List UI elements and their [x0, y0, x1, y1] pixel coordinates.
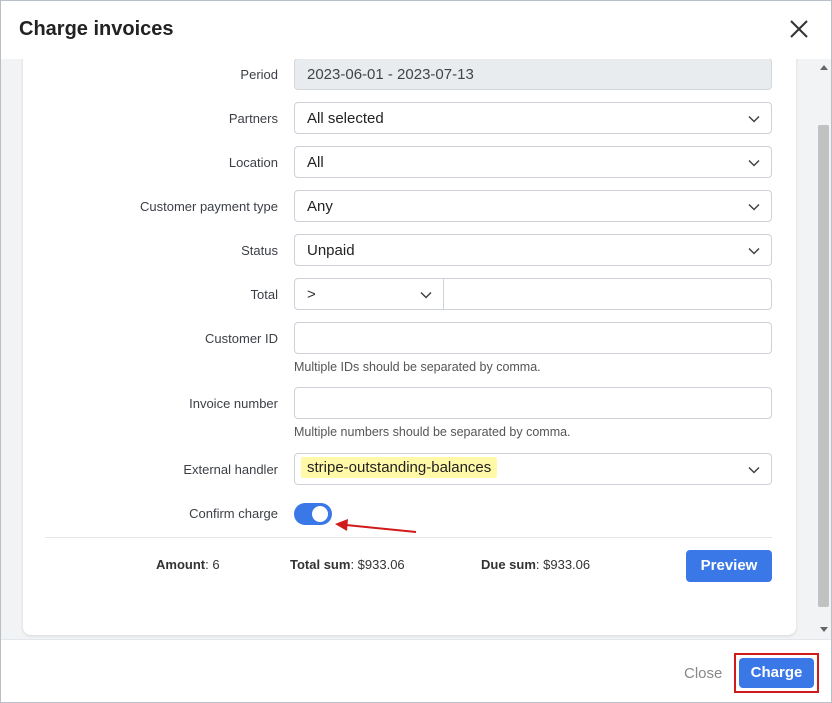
total-sum-value: $933.06 [357, 557, 405, 572]
amount-label: Amount [156, 557, 206, 572]
scroll-down-icon[interactable] [820, 627, 828, 632]
external-handler-select[interactable]: stripe-outstanding-balances [294, 453, 772, 485]
invoice-number-label: Invoice number [189, 396, 278, 411]
period-value: 2023-06-01 - 2023-07-13 [307, 66, 474, 83]
chevron-down-icon [748, 203, 760, 211]
chevron-down-icon [420, 291, 432, 299]
location-select[interactable]: All [294, 146, 772, 178]
total-operator-value: > [307, 286, 316, 303]
partners-value: All selected [307, 110, 384, 127]
chevron-down-icon [748, 159, 760, 167]
location-label: Location [228, 155, 278, 170]
status-value: Unpaid [307, 242, 355, 259]
chevron-down-icon [748, 115, 760, 123]
external-handler-label: External handler [183, 462, 278, 477]
total-sum-label: Total sum [290, 557, 351, 572]
total-operator-select[interactable]: > [294, 278, 444, 310]
toggle-knob [312, 506, 328, 522]
status-label: Status [241, 243, 278, 258]
close-button[interactable]: Close [684, 665, 722, 682]
amount-value: 6 [212, 557, 220, 572]
partners-select[interactable]: All selected [294, 102, 772, 134]
amount-summary: Amount: 6 [156, 557, 220, 572]
confirm-charge-label: Confirm charge [189, 506, 278, 521]
payment-type-select[interactable]: Any [294, 190, 772, 222]
due-sum-label: Due sum [481, 557, 536, 572]
customer-id-input[interactable] [294, 322, 772, 354]
period-label: Period [240, 67, 278, 82]
external-handler-value: stripe-outstanding-balances [301, 457, 498, 478]
partners-label: Partners [228, 111, 278, 126]
chevron-down-icon [748, 466, 760, 474]
location-value: All [307, 154, 324, 171]
close-icon[interactable] [787, 17, 811, 41]
charge-invoices-modal: Charge invoices Period 2023-06-01 - 2023… [0, 0, 832, 703]
scroll-up-icon[interactable] [820, 65, 828, 70]
invoice-number-hint: Multiple numbers should be separated by … [294, 425, 571, 439]
status-select[interactable]: Unpaid [294, 234, 772, 266]
modal-header: Charge invoices [1, 1, 831, 59]
customer-id-label: Customer ID [205, 331, 278, 346]
modal-footer: Close Charge [1, 639, 831, 702]
charge-button[interactable]: Charge [739, 658, 814, 688]
due-sum-summary: Due sum: $933.06 [481, 557, 591, 572]
payment-type-label: Customer payment type [139, 199, 278, 214]
due-sum-value: $933.06 [543, 557, 591, 572]
total-label: Total [250, 287, 278, 302]
scrollbar-thumb[interactable] [818, 125, 829, 607]
modal-body[interactable]: Period 2023-06-01 - 2023-07-13 Partners … [1, 59, 831, 639]
confirm-charge-toggle[interactable] [294, 503, 332, 525]
total-sum-summary: Total sum: $933.06 [290, 557, 405, 572]
divider [45, 537, 772, 538]
period-field: 2023-06-01 - 2023-07-13 [294, 59, 772, 90]
scrollbar[interactable] [816, 59, 831, 639]
total-amount-input[interactable] [443, 278, 772, 310]
modal-title: Charge invoices [19, 18, 174, 40]
chevron-down-icon [748, 247, 760, 255]
preview-button[interactable]: Preview [686, 550, 772, 582]
customer-id-hint: Multiple IDs should be separated by comm… [294, 360, 541, 374]
filter-card: Period 2023-06-01 - 2023-07-13 Partners … [23, 59, 796, 635]
invoice-number-input[interactable] [294, 387, 772, 419]
payment-type-value: Any [307, 198, 333, 215]
